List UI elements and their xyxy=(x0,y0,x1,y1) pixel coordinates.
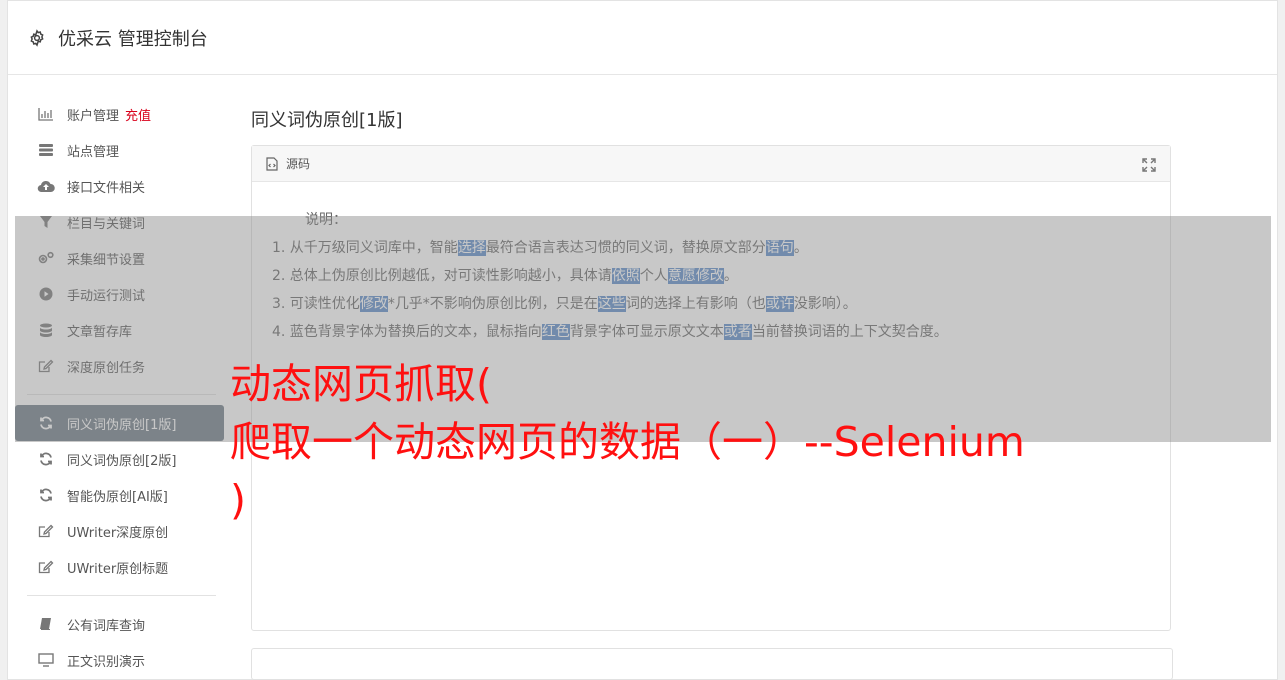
sidebar-item-label: 站点管理 xyxy=(67,144,120,160)
sidebar-item-label: 正文识别演示 xyxy=(67,654,146,670)
sidebar-item[interactable]: 公有词库查询 xyxy=(15,606,224,642)
edit-icon xyxy=(37,522,55,540)
bar-chart-icon xyxy=(37,105,55,123)
gear-icon xyxy=(28,28,48,48)
edit-icon xyxy=(37,558,55,576)
sidebar-item-label: 智能伪原创[AI版] xyxy=(67,489,168,505)
panel-label: 源码 xyxy=(286,157,311,171)
header-bar: 优采云 管理控制台 xyxy=(8,1,1277,75)
overlay-caption: 动态网页抓取( 爬取一个动态网页的数据（一）--Selenium) xyxy=(230,355,1230,529)
output-panel xyxy=(251,648,1173,680)
app-title: 优采云 管理控制台 xyxy=(58,28,208,50)
sidebar-item-label: UWriter原创标题 xyxy=(67,561,169,577)
expand-icon[interactable] xyxy=(1142,157,1156,172)
sidebar-item[interactable]: 智能伪原创[AI版] xyxy=(15,477,224,513)
screen-icon xyxy=(37,651,55,669)
refresh-icon xyxy=(37,450,55,468)
recharge-link[interactable]: 充值 xyxy=(125,105,151,124)
sidebar-item[interactable]: UWriter深度原创 xyxy=(15,513,224,549)
overlay-line: ) xyxy=(230,476,246,524)
overlay-line: 爬取一个动态网页的数据（一）--Selenium xyxy=(230,418,1025,466)
server-icon xyxy=(37,141,55,159)
code-file-icon xyxy=(266,156,280,171)
sidebar-item[interactable]: 正文识别演示 xyxy=(15,642,224,678)
overlay-line: 动态网页抓取( xyxy=(230,360,492,408)
cloud-upload-icon xyxy=(37,177,55,195)
panel-header: 源码 xyxy=(252,146,1170,182)
sidebar-divider xyxy=(27,595,216,596)
sidebar-item-label: 账户管理 xyxy=(67,108,120,124)
sidebar-item-label: 公有词库查询 xyxy=(67,618,146,634)
sidebar-item[interactable]: 同义词伪原创[2版] xyxy=(15,441,224,477)
book-icon xyxy=(37,615,55,633)
sidebar-item-label: 接口文件相关 xyxy=(67,180,146,196)
refresh-icon xyxy=(37,486,55,504)
sidebar-item[interactable]: 站点管理 xyxy=(15,132,224,168)
page-title: 同义词伪原创[1版] xyxy=(251,110,403,131)
sidebar-item[interactable]: 账户管理 充值 xyxy=(15,96,224,132)
sidebar-item-label: 同义词伪原创[2版] xyxy=(67,453,177,469)
sidebar-item-label: UWriter深度原创 xyxy=(67,525,169,541)
sidebar-item[interactable]: 接口文件相关 xyxy=(15,168,224,204)
sidebar-item[interactable]: UWriter原创标题 xyxy=(15,549,224,585)
